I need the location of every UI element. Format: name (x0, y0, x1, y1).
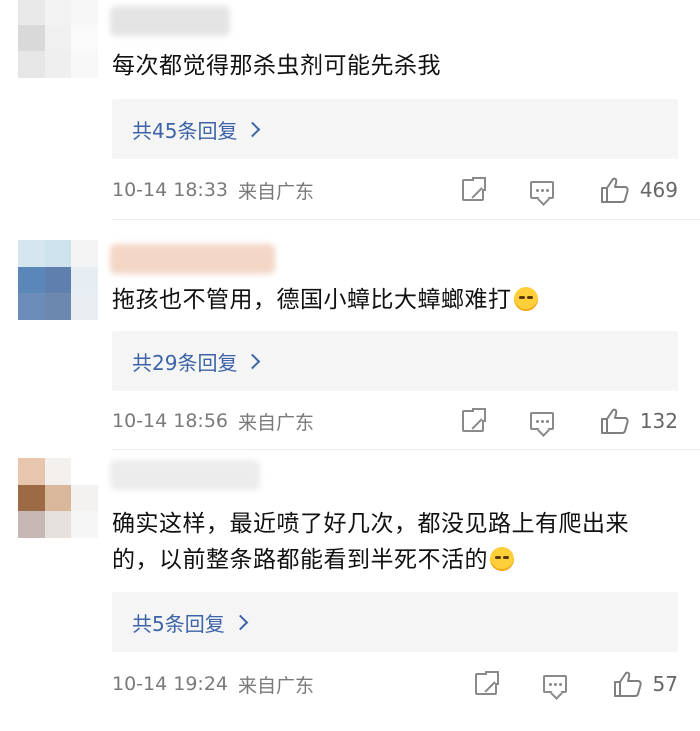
timestamp: 10-14 18:33 (112, 179, 229, 201)
avatar-tile (18, 511, 45, 538)
avatar-tile (71, 266, 98, 294)
comment-actions: 132 (461, 407, 678, 435)
avatar-tile (18, 24, 45, 52)
chevron-right-icon (232, 614, 249, 630)
avatar-tile (18, 0, 45, 25)
view-replies-button[interactable]: 共45条回复 (112, 99, 678, 159)
avatar[interactable] (18, 0, 98, 78)
avatar-tile (44, 24, 72, 52)
avatar-tile (44, 484, 72, 512)
avatar-tile (44, 266, 72, 294)
comment-item: 每次都觉得那杀虫剂可能先杀我 共45条回复 10-14 18:33 来自广东 4… (0, 0, 700, 220)
avatar-tile (71, 51, 98, 78)
avatar-tile (71, 0, 98, 25)
avatar[interactable] (18, 458, 98, 538)
avatar-tile (18, 484, 45, 512)
avatar-tile (71, 458, 98, 485)
reply-count-label: 共45条回复 (132, 118, 238, 143)
share-icon[interactable] (474, 671, 499, 695)
avatar-tile (18, 458, 45, 485)
comment-text: 每次都觉得那杀虫剂可能先杀我 (112, 48, 672, 84)
username-blurred[interactable] (110, 460, 260, 490)
reply-count-label: 共29条回复 (132, 350, 238, 375)
view-replies-button[interactable]: 共29条回复 (112, 331, 678, 391)
username-blurred[interactable] (110, 244, 275, 274)
thumbs-up-icon[interactable] (600, 407, 630, 435)
comment-meta: 10-14 18:56 来自广东 132 (112, 406, 678, 436)
avatar[interactable] (18, 240, 98, 320)
comment-icon[interactable] (542, 675, 567, 693)
like-count: 132 (639, 409, 678, 433)
location-label: 来自广东 (238, 411, 315, 434)
avatar-tile (18, 293, 45, 320)
location-label: 来自广东 (238, 674, 315, 697)
reply-count-label: 共5条回复 (132, 611, 225, 636)
timestamp: 10-14 18:56 (112, 410, 229, 432)
fearful-face-emoji-icon (490, 547, 514, 571)
avatar-tile (44, 240, 72, 267)
avatar-tile (44, 293, 72, 320)
comment-text: 确实这样，最近喷了好几次，都没见路上有爬出来的，以前整条路都能看到半死不活的 (112, 506, 672, 578)
avatar-tile (18, 240, 45, 267)
view-replies-button[interactable]: 共5条回复 (112, 592, 678, 652)
comment-meta: 10-14 19:24 来自广东 57 (112, 669, 678, 699)
avatar-tile (44, 51, 72, 78)
chevron-right-icon (245, 121, 261, 137)
avatar-tile (18, 51, 45, 78)
comment-text-content: 拖孩也不管用，德国小蟑比大蟑螂难打 (112, 287, 512, 313)
like-count: 57 (652, 672, 678, 696)
username-blurred[interactable] (110, 6, 230, 36)
avatar-tile (44, 511, 72, 538)
comment-icon[interactable] (529, 181, 554, 199)
avatar-tile (71, 240, 98, 267)
avatar-tile (71, 293, 98, 320)
avatar-tile (71, 511, 98, 538)
thumbs-up-icon[interactable] (600, 176, 630, 204)
location-label: 来自广东 (238, 180, 315, 203)
avatar-tile (44, 458, 72, 485)
sleepy-face-emoji-icon (513, 287, 538, 311)
chevron-right-icon (245, 353, 261, 369)
share-icon[interactable] (461, 408, 486, 432)
comment-icon[interactable] (529, 412, 554, 430)
avatar-tile (44, 0, 72, 25)
thumbs-up-icon[interactable] (613, 670, 643, 698)
avatar-tile (18, 266, 45, 294)
avatar-tile (71, 484, 98, 512)
comment-actions: 57 (474, 670, 678, 698)
comment-item: 确实这样，最近喷了好几次，都没见路上有爬出来的，以前整条路都能看到半死不活的 共… (0, 450, 700, 731)
like-count: 469 (639, 178, 678, 202)
share-icon[interactable] (461, 177, 486, 201)
comment-text-content: 每次都觉得那杀虫剂可能先杀我 (112, 53, 441, 79)
timestamp: 10-14 19:24 (112, 673, 229, 695)
comment-actions: 469 (461, 176, 678, 204)
comment-text-content: 确实这样，最近喷了好几次，都没见路上有爬出来的，以前整条路都能看到半死不活的 (112, 511, 629, 573)
comment-meta: 10-14 18:33 来自广东 469 (112, 175, 678, 205)
comment-text: 拖孩也不管用，德国小蟑比大蟑螂难打 (112, 282, 672, 318)
comment-item: 拖孩也不管用，德国小蟑比大蟑螂难打 共29条回复 10-14 18:56 来自广… (0, 220, 700, 450)
avatar-tile (71, 24, 98, 52)
